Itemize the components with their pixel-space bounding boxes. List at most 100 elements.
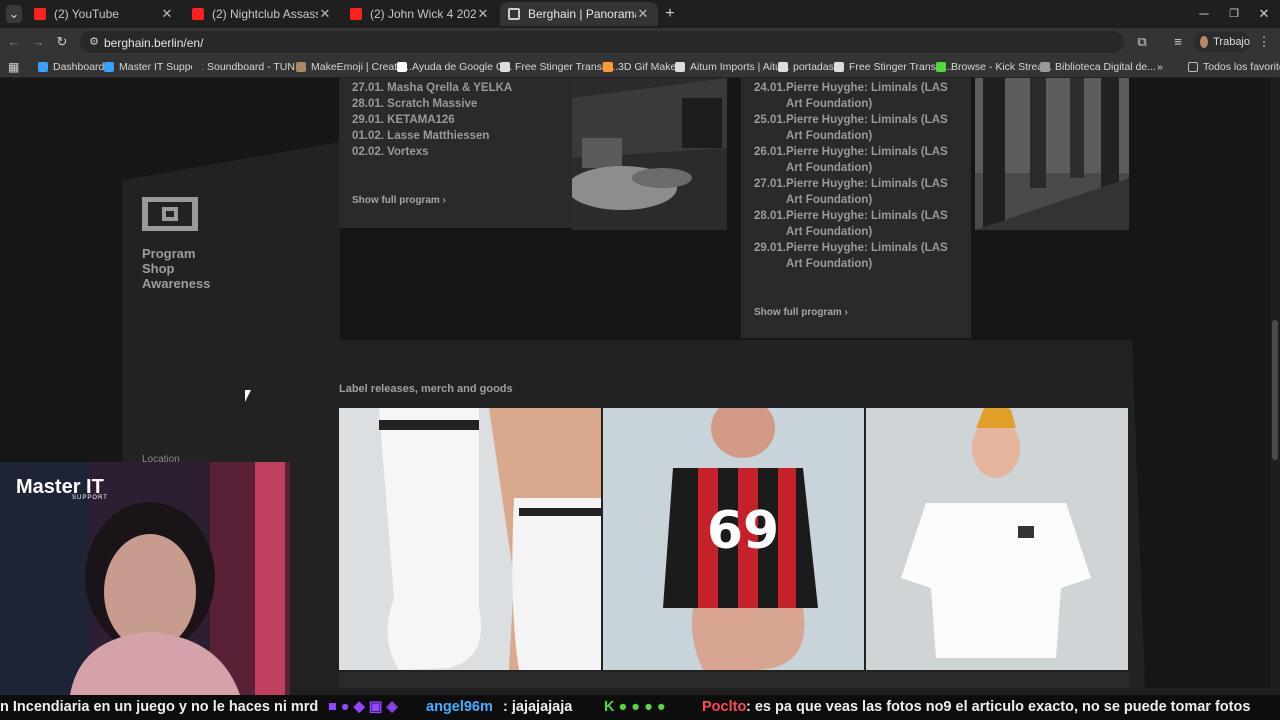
bookmark-item[interactable]: portadas (778, 61, 834, 73)
program-date: 26.01. (754, 146, 786, 158)
restore-icon[interactable]: ❐ (1226, 6, 1242, 22)
window-close-icon[interactable]: ✕ (1256, 6, 1272, 22)
more-bookmarks-icon[interactable]: » (1157, 61, 1163, 73)
program-event[interactable]: Pierre Huyghe: Liminals (LAS Art Foundat… (786, 144, 966, 176)
tab-title: (2) John Wick 4 2023 - Aliento (370, 7, 476, 21)
bookmark-icon (104, 62, 114, 72)
bookmark-item[interactable]: Browse - Kick Strea... (936, 61, 1052, 73)
bookmark-item[interactable]: 3D Gif Maker (603, 61, 680, 73)
program-event[interactable]: Pierre Huyghe: Liminals (LAS Art Foundat… (786, 112, 966, 144)
chat-message: : jajajajaja (503, 699, 573, 715)
program-date: 28.01. (754, 210, 786, 222)
tab-search-button[interactable]: ⌄ (6, 5, 22, 23)
program-event[interactable]: Pierre Huyghe: Liminals (LAS Art Foundat… (786, 80, 966, 112)
program-event[interactable]: 01.02. Lasse Matthiessen (352, 128, 489, 144)
media-icon[interactable]: ≡ (1170, 34, 1186, 50)
bookmark-item[interactable]: Ayuda de Google C... (397, 61, 512, 73)
bookmark-label: Aitum Imports | Aitu... (690, 61, 790, 73)
chat-username: angel96m (426, 699, 493, 715)
scrollbar-thumb[interactable] (1272, 320, 1278, 460)
program-event[interactable]: Pierre Huyghe: Liminals (LAS Art Foundat… (786, 208, 966, 240)
bookmark-item[interactable]: Free Stinger Transiti... (500, 61, 618, 73)
youtube-icon (350, 8, 362, 20)
next-products-row (339, 672, 1129, 688)
bookmark-item[interactable]: Master IT Support (104, 61, 203, 73)
bookmark-icon (1040, 62, 1050, 72)
url-text: berghain.berlin/en/ (104, 36, 204, 50)
bookmark-icon (603, 62, 613, 72)
new-tab-icon[interactable]: + (662, 6, 678, 22)
tab-berghain[interactable]: Berghain | Panorama Bar | Säule✕ (500, 2, 658, 26)
jersey-number: 69 (707, 501, 779, 561)
all-bookmarks-folder[interactable]: Todos los favoritos (1188, 61, 1280, 73)
nav-program[interactable]: Program (142, 246, 195, 261)
program-event[interactable]: Pierre Huyghe: Liminals (LAS Art Foundat… (786, 176, 966, 208)
site-info-icon[interactable]: ⚙ (86, 34, 102, 50)
chat-message: n Incendiaria en un juego y no le haces … (0, 699, 319, 715)
all-bookmarks-label: Todos los favoritos (1203, 61, 1280, 73)
bookmark-item[interactable]: Biblioteca Digital de... (1040, 61, 1156, 73)
program-date: 25.01. (754, 114, 786, 126)
program-event[interactable]: 02.02. Vortexs (352, 144, 429, 160)
bookmark-label: Browse - Kick Strea... (951, 61, 1052, 73)
program-date: 27.01. (754, 178, 786, 190)
back-icon[interactable]: ← (6, 34, 22, 50)
tab-strip: ⌄ (2) YouTube ✕ (2) Nightclub Assassinati… (0, 0, 1280, 28)
bookmark-icon (500, 62, 510, 72)
close-icon[interactable]: ✕ (636, 6, 650, 22)
close-icon[interactable]: ✕ (476, 6, 490, 22)
tab-title: Berghain | Panorama Bar | Säule (528, 7, 636, 21)
bookmark-item[interactable]: Dashboard (38, 61, 104, 73)
youtube-icon (34, 8, 46, 20)
show-full-program-link[interactable]: Show full program › (352, 195, 446, 206)
bookmark-icon (192, 62, 202, 72)
forward-icon[interactable]: → (30, 34, 46, 50)
berghain-icon (508, 8, 520, 20)
bookmark-icon (675, 62, 685, 72)
show-full-program-link[interactable]: Show full program › (754, 307, 848, 318)
tab-youtube[interactable]: (2) YouTube ✕ (26, 2, 182, 26)
program-event[interactable]: Pierre Huyghe: Liminals (LAS Art Foundat… (786, 240, 966, 272)
nav-awareness[interactable]: Awareness (142, 276, 210, 291)
program-event[interactable]: 28.01. Scratch Massive (352, 96, 477, 112)
program-date: 24.01. (754, 82, 786, 94)
bookmark-label: 3D Gif Maker (618, 61, 680, 73)
avatar (1200, 36, 1209, 48)
bookmark-icon (778, 62, 788, 72)
chat-ticker: n Incendiaria en un juego y no le haces … (0, 695, 1280, 720)
menu-icon[interactable]: ⋮ (1256, 34, 1272, 50)
stream-brand-sub: SUPPORT (72, 495, 108, 501)
tab-john-wick[interactable]: (2) John Wick 4 2023 - Aliento✕ (342, 2, 498, 26)
jersey-product-image[interactable]: 69 (603, 408, 864, 670)
bookmark-item[interactable]: MakeEmoji | Create... (296, 61, 412, 73)
tab-nightclub[interactable]: (2) Nightclub Assassination Sce✕ (184, 2, 340, 26)
releases-heading: Label releases, merch and goods (339, 383, 513, 395)
chat-username: Poclto (702, 699, 747, 715)
webcam-overlay: Master IT SUPPORT (0, 462, 290, 695)
tshirt-product-image[interactable] (866, 408, 1128, 670)
program-date: 29.01. (754, 242, 786, 254)
program-event[interactable]: 27.01. Masha Qrella & YELKA (352, 80, 512, 96)
close-icon[interactable]: ✕ (318, 6, 332, 22)
bookmark-item[interactable]: Aitum Imports | Aitu... (675, 61, 790, 73)
berghain-logo[interactable] (142, 197, 198, 231)
extensions-icon[interactable]: ⧉ (1134, 34, 1150, 50)
bookmarks-bar: ▦ Dashboard Master IT Support Soundboard -… (0, 56, 1280, 78)
profile-button[interactable]: Trabajo (1194, 32, 1250, 52)
bookmark-item[interactable]: Free Stinger Transiti... (834, 61, 952, 73)
apps-icon[interactable]: ▦ (8, 60, 19, 74)
program-event[interactable]: 29.01. KETAMA126 (352, 112, 455, 128)
bookmark-icon (397, 62, 407, 72)
chat-emote-icon: ■ ● ◆ ▣ ◈ (328, 699, 398, 715)
bookmark-icon (936, 62, 946, 72)
profile-name: Trabajo (1213, 36, 1250, 48)
nav-shop[interactable]: Shop (142, 261, 175, 276)
youtube-icon (192, 8, 204, 20)
minimize-icon[interactable]: ─ (1196, 6, 1212, 22)
bookmark-item[interactable]: Soundboard - TUN... (192, 61, 304, 73)
close-icon[interactable]: ✕ (160, 6, 174, 22)
socks-product-image[interactable] (339, 408, 601, 670)
club-interior-photo (572, 78, 727, 230)
reload-icon[interactable]: ↻ (54, 34, 70, 50)
address-bar[interactable]: ⚙ (80, 31, 1124, 53)
